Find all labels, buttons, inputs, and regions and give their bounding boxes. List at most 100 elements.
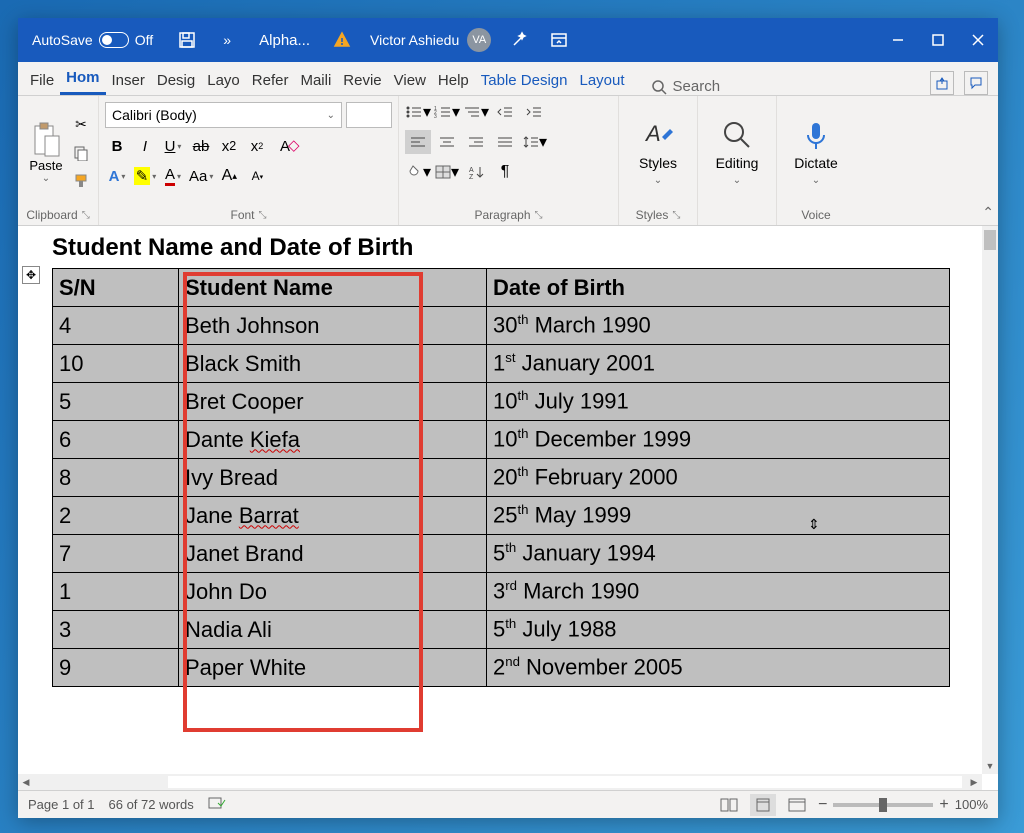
format-painter-button[interactable] [70,170,92,192]
table-row[interactable]: 9Paper White2nd November 2005 [53,649,950,687]
zoom-level[interactable]: 100% [955,797,988,812]
text-effects-button[interactable]: A▾ [105,164,129,188]
scroll-right-icon[interactable]: ▶ [966,774,982,790]
share-button[interactable] [930,71,954,95]
cell-dob[interactable]: 3rd March 1990 [487,573,950,611]
borders-button[interactable]: ▾ [434,160,460,184]
paste-button[interactable]: Paste ⌄ [24,122,68,184]
align-right-button[interactable] [463,130,489,154]
cell-dob[interactable]: 10th July 1991 [487,383,950,421]
zoom-out-button[interactable]: − [818,796,827,814]
cell-dob[interactable]: 5th January 1994 [487,535,950,573]
spellcheck-button[interactable] [208,795,226,814]
cell-dob[interactable]: 1st January 2001 [487,345,950,383]
cell-dob[interactable]: 25th May 1999 [487,497,950,535]
horizontal-scrollbar[interactable]: ◀ ▶ [18,774,982,790]
header-name[interactable]: Student Name [179,269,487,307]
scroll-down-icon[interactable]: ▼ [982,758,998,774]
student-table[interactable]: S/N Student Name Date of Birth 4Beth Joh… [52,268,950,687]
cell-dob[interactable]: 10th December 1999 [487,421,950,459]
cell-name[interactable]: Janet Brand [179,535,487,573]
cell-name[interactable]: Beth Johnson [179,307,487,345]
italic-button[interactable]: I [133,134,157,158]
tab-layout[interactable]: Layo [201,66,246,95]
cell-sn[interactable]: 5 [53,383,179,421]
font-color-button[interactable]: A▾ [161,164,185,188]
ribbon-mode-button[interactable] [539,18,579,62]
user-account[interactable]: Victor Ashiedu VA [362,28,499,52]
tab-view[interactable]: View [388,66,432,95]
read-mode-button[interactable] [716,794,742,816]
table-row[interactable]: 5Bret Cooper10th July 1991 [53,383,950,421]
cell-sn[interactable]: 6 [53,421,179,459]
font-size-combo[interactable] [346,102,392,128]
tab-help[interactable]: Help [432,66,475,95]
save-button[interactable] [167,18,207,62]
zoom-in-button[interactable]: + [939,796,948,814]
tab-file[interactable]: File [24,66,60,95]
cell-dob[interactable]: 2nd November 2005 [487,649,950,687]
shrink-font-button[interactable]: A▾ [245,164,269,188]
search-box[interactable]: Search [651,78,721,95]
wand-icon[interactable] [499,18,539,62]
grow-font-button[interactable]: A▴ [217,164,241,188]
dialog-launcher-icon[interactable]: ⤡ [259,210,267,221]
cell-sn[interactable]: 8 [53,459,179,497]
cell-sn[interactable]: 2 [53,497,179,535]
zoom-slider[interactable] [833,803,933,807]
cell-name[interactable]: Nadia Ali [179,611,487,649]
vertical-scrollbar[interactable]: ▲ ▼ [982,226,998,774]
header-sn[interactable]: S/N [53,269,179,307]
cell-dob[interactable]: 30th March 1990 [487,307,950,345]
strikethrough-button[interactable]: ab [189,134,213,158]
document-canvas[interactable]: Student Name and Date of Birth ✥ S/N Stu… [18,226,982,774]
header-dob[interactable]: Date of Birth [487,269,950,307]
dictate-button[interactable]: Dictate⌄ [783,119,849,186]
subscript-button[interactable]: x2 [217,134,241,158]
cell-sn[interactable]: 1 [53,573,179,611]
align-left-button[interactable] [405,130,431,154]
superscript-button[interactable]: x2 [245,134,269,158]
table-row[interactable]: 6Dante Kiefa10th December 1999 [53,421,950,459]
show-marks-button[interactable]: ¶ [492,160,518,184]
scroll-thumb[interactable] [984,230,996,250]
cell-sn[interactable]: 3 [53,611,179,649]
cell-sn[interactable]: 7 [53,535,179,573]
autosave-toggle[interactable]: AutoSave Off [18,32,167,48]
print-layout-button[interactable] [750,794,776,816]
table-row[interactable]: 8Ivy Bread20th February 2000 [53,459,950,497]
table-row[interactable]: 3Nadia Ali5th July 1988 [53,611,950,649]
dialog-launcher-icon[interactable]: ⤡ [672,210,680,221]
numbering-button[interactable]: 123▾ [434,100,460,124]
line-spacing-button[interactable]: ▾ [521,130,547,154]
shading-button[interactable]: ▾ [405,160,431,184]
warning-icon[interactable] [322,18,362,62]
sort-button[interactable]: AZ [463,160,489,184]
copy-button[interactable] [70,142,92,164]
tab-references[interactable]: Refer [246,66,295,95]
cell-name[interactable]: Jane Barrat [179,497,487,535]
web-layout-button[interactable] [784,794,810,816]
cell-name[interactable]: Dante Kiefa [179,421,487,459]
tab-review[interactable]: Revie [337,66,387,95]
cell-name[interactable]: John Do [179,573,487,611]
minimize-button[interactable] [878,18,918,62]
change-case-button[interactable]: Aa▾ [189,164,213,188]
cut-button[interactable]: ✂ [70,114,92,136]
align-center-button[interactable] [434,130,460,154]
tab-table-layout[interactable]: Layout [573,66,630,95]
comments-button[interactable] [964,71,988,95]
cell-name[interactable]: Bret Cooper [179,383,487,421]
scroll-left-icon[interactable]: ◀ [18,774,34,790]
collapse-ribbon-button[interactable]: ⌃ [982,204,994,221]
table-row[interactable]: 1John Do3rd March 1990 [53,573,950,611]
scroll-track[interactable] [168,776,962,788]
table-move-handle-icon[interactable]: ✥ [22,266,40,284]
tab-mailings[interactable]: Maili [294,66,337,95]
table-row[interactable]: 2Jane Barrat25th May 1999 [53,497,950,535]
justify-button[interactable] [492,130,518,154]
close-button[interactable] [958,18,998,62]
dialog-launcher-icon[interactable]: ⤡ [535,210,543,221]
styles-button[interactable]: A Styles⌄ [625,119,691,186]
tab-table-design[interactable]: Table Design [475,66,574,95]
